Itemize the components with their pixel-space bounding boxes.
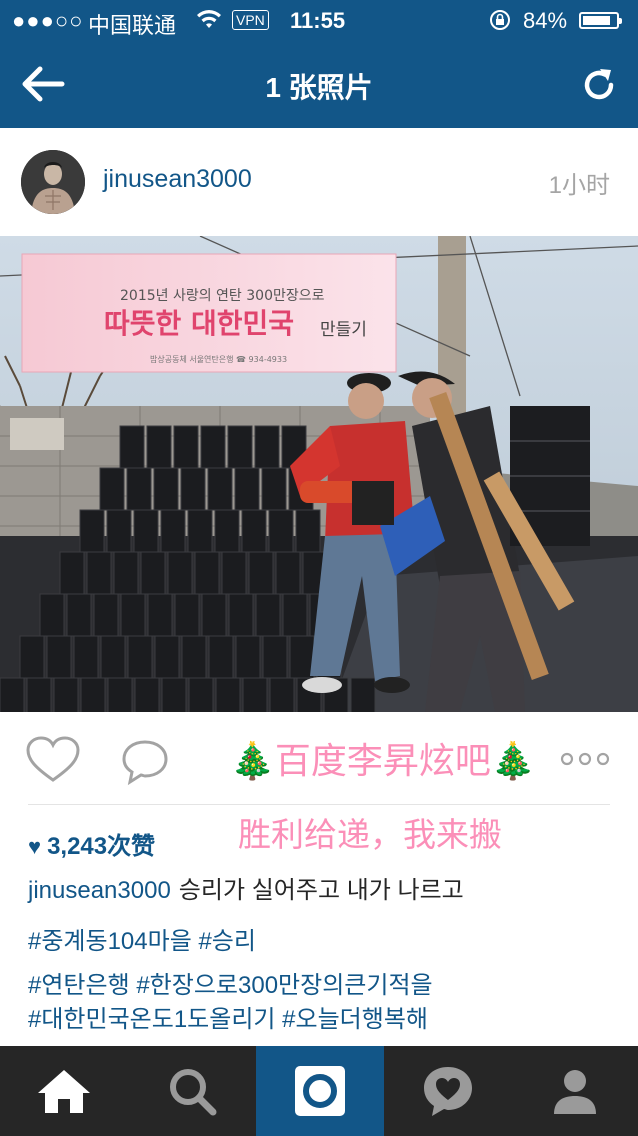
tab-activity[interactable] bbox=[384, 1046, 511, 1136]
status-bar: ●●●○○ 中国联通 VPN 11:55 84% bbox=[0, 0, 638, 42]
banner-line1: 2015년 사랑의 연탄 300만장으로 bbox=[120, 288, 325, 304]
hashtags-line-1[interactable]: #중계동104마을 #승리 bbox=[28, 921, 256, 956]
battery-percent: 84% bbox=[523, 8, 568, 33]
hashtags-line-2[interactable]: #연탄은행 #한장으로300만장의큰기적을 bbox=[28, 969, 433, 1003]
clock: 11:55 bbox=[290, 8, 346, 33]
post-actions: 🎄百度李昇炫吧🎄 bbox=[0, 712, 638, 804]
vpn-badge: VPN bbox=[232, 10, 269, 30]
carrier-name: 中国联通 bbox=[88, 13, 177, 38]
likes-count[interactable]: ♥ 3,243次赞 bbox=[28, 826, 155, 861]
overlay-caption: 胜利给递，我来搬 bbox=[238, 816, 502, 853]
banner-footer: 밥상공동체 서울연탄은행 ☎ 934-4933 bbox=[150, 354, 287, 364]
divider bbox=[28, 804, 610, 805]
tab-camera[interactable] bbox=[256, 1046, 384, 1136]
banner-line2-suffix: 만들기 bbox=[320, 320, 367, 340]
profile-icon bbox=[553, 1070, 596, 1114]
rotation-lock-icon bbox=[488, 8, 512, 38]
search-icon bbox=[169, 1069, 216, 1116]
post-username[interactable]: jinusean3000 bbox=[103, 165, 252, 194]
likes-label: 3,243次赞 bbox=[47, 833, 156, 860]
banner-line2: 따뜻한 대한민국 bbox=[104, 307, 294, 340]
comment-icon[interactable] bbox=[120, 738, 170, 786]
post-caption: jinusean3000 승리가 실어주고 내가 나르고 bbox=[28, 870, 464, 905]
tab-home[interactable] bbox=[0, 1046, 127, 1136]
more-options-icon[interactable] bbox=[560, 752, 610, 766]
refresh-icon[interactable] bbox=[578, 64, 620, 106]
wifi-icon bbox=[196, 10, 222, 36]
post-header: jinusean3000 1小时 bbox=[0, 128, 638, 236]
watermark: 🎄百度李昇炫吧🎄 bbox=[230, 740, 536, 781]
heart-icon[interactable] bbox=[26, 736, 80, 784]
camera-icon bbox=[295, 1066, 345, 1116]
post-timestamp: 1小时 bbox=[548, 172, 610, 199]
battery-icon bbox=[579, 12, 622, 29]
tab-bar bbox=[0, 1046, 638, 1136]
activity-icon bbox=[423, 1067, 472, 1116]
heart-filled-icon: ♥ bbox=[28, 834, 42, 859]
home-icon bbox=[37, 1070, 90, 1113]
avatar[interactable] bbox=[21, 150, 85, 214]
signal-strength: ●●●○○ bbox=[12, 8, 84, 33]
page-title: 1 张照片 bbox=[265, 72, 373, 103]
caption-username[interactable]: jinusean3000 bbox=[28, 877, 171, 904]
hashtags-block: #연탄은행 #한장으로300만장의큰기적을 #대한민국온도1도올리기 #오늘더행… bbox=[28, 969, 433, 1037]
post-photo[interactable]: 2015년 사랑의 연탄 300만장으로 따뜻한 대한민국 만들기 밥상공동체 … bbox=[0, 236, 638, 712]
tab-search[interactable] bbox=[128, 1046, 255, 1136]
hashtags-line-3[interactable]: #대한민국온도1도올리기 #오늘더행복해 bbox=[28, 1003, 433, 1037]
tab-profile[interactable] bbox=[511, 1046, 638, 1136]
navigation-bar: 1 张照片 bbox=[0, 42, 638, 128]
caption-text: 승리가 실어주고 내가 나르고 bbox=[178, 877, 464, 904]
